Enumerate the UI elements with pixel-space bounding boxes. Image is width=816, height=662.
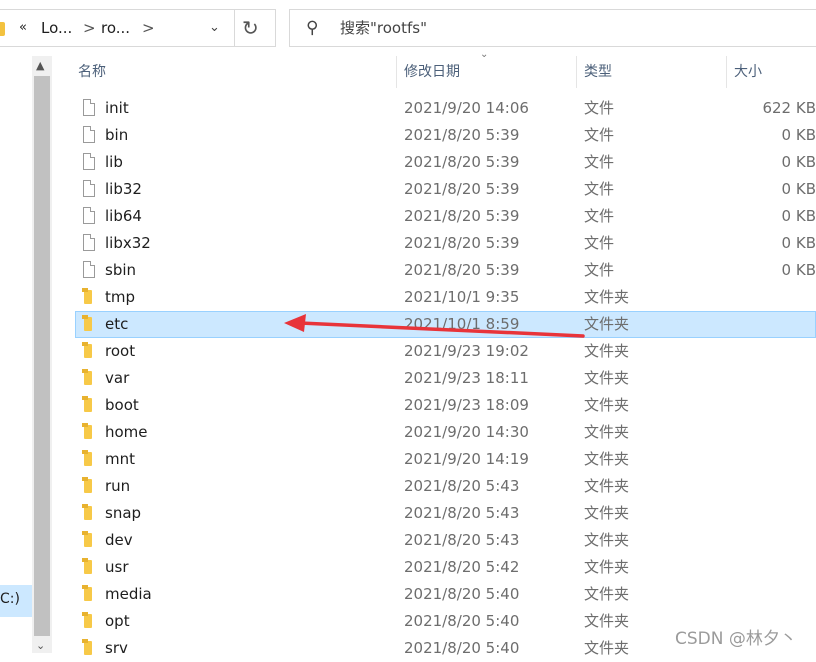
- arrow-shaft: [298, 321, 585, 338]
- watermark: CSDN @林夕丶: [675, 629, 797, 649]
- arrowhead-icon: [284, 314, 306, 332]
- annotation-arrow: [284, 314, 585, 338]
